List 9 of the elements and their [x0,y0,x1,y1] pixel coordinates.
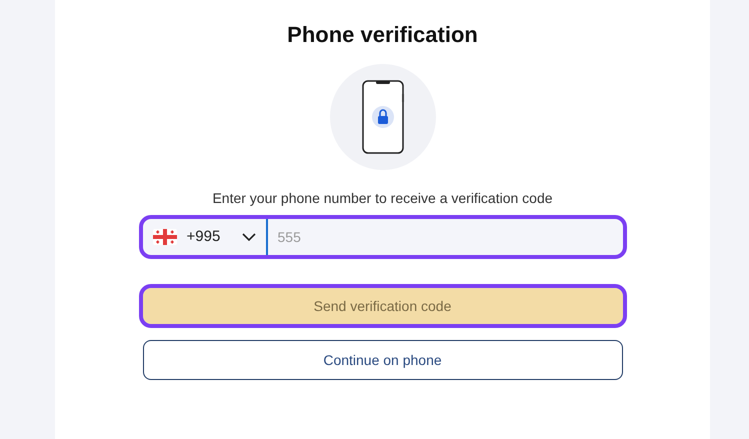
continue-button[interactable]: Continue on phone [142,340,622,380]
country-code-dropdown[interactable]: +995 [142,219,268,256]
phone-input-group[interactable]: +995 555 [142,219,622,256]
phone-number-field[interactable]: 555 [268,219,622,256]
page-title: Phone verification [287,22,478,48]
instruction-text: Enter your phone number to receive a verification code [212,189,553,208]
chevron-down-icon [242,233,256,242]
phone-lock-icon [362,80,404,154]
flag-icon [152,229,176,246]
